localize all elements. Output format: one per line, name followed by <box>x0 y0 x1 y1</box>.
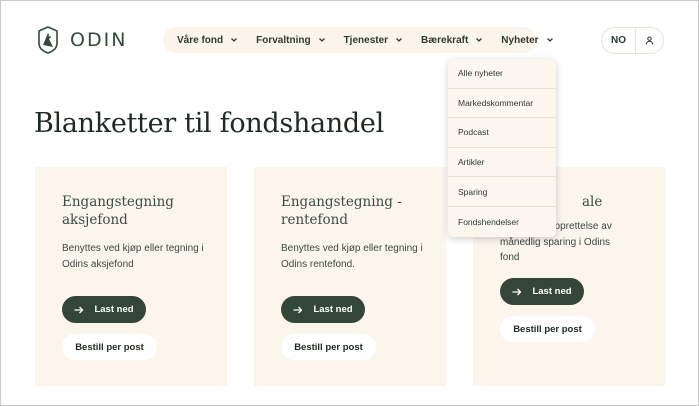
user-icon <box>645 36 654 45</box>
card-title: Engangstegning - rentefond <box>281 194 402 228</box>
main-nav: Våre fond Forvaltning Tjenester Bærekraf… <box>163 27 553 53</box>
menu-item-alle-nyheter[interactable]: Alle nyheter <box>448 59 556 89</box>
nav-item-label: Våre fond <box>177 34 224 46</box>
odin-raven-logo-icon <box>38 26 58 54</box>
menu-item-sparing[interactable]: Sparing <box>448 177 556 207</box>
download-button[interactable]: Last ned <box>281 296 365 323</box>
card-title: Engangstegning aksjefond <box>62 194 174 228</box>
arrow-right-icon <box>293 306 303 313</box>
form-card-rentefond: Engangstegning - rentefond Benyttes ved … <box>254 167 446 386</box>
chevron-down-icon <box>318 38 325 42</box>
menu-item-fondshendelser[interactable]: Fondshendelser <box>448 207 556 237</box>
nav-item-label: Tjenester <box>343 34 389 46</box>
page-title: Blanketter til fondshandel <box>34 108 384 139</box>
login-button[interactable] <box>636 28 663 53</box>
chevron-down-icon <box>476 38 483 42</box>
nav-item-label: Bærekraft <box>421 34 469 46</box>
chevron-down-icon <box>546 38 553 42</box>
chevron-down-icon <box>396 38 403 42</box>
odin-logo[interactable]: ODIN <box>34 26 127 54</box>
nav-item-nyheter[interactable]: Nyheter <box>501 35 553 46</box>
download-button-label: Last ned <box>532 286 572 297</box>
menu-item-markedskommentar[interactable]: Markedskommentar <box>448 89 556 119</box>
nav-item-tjenester[interactable]: Tjenester <box>344 35 403 46</box>
form-card-aksjefond: Engangstegning aksjefond Benyttes ved kj… <box>35 167 227 386</box>
menu-item-podcast[interactable]: Podcast <box>448 118 556 148</box>
menu-item-artikler[interactable]: Artikler <box>448 148 556 178</box>
nav-item-forvaltning[interactable]: Forvaltning <box>256 35 325 46</box>
chevron-down-icon <box>231 38 238 42</box>
nav-item-baerekraft[interactable]: Bærekraft <box>421 35 483 46</box>
card-description: Benyttes ved kjøp eller tegning i Odins … <box>281 243 423 270</box>
nyheter-dropdown-menu: Alle nyheter Markedskommentar Podcast Ar… <box>448 59 556 237</box>
header-actions: NO <box>601 27 664 54</box>
download-button-label: Last ned <box>94 304 134 315</box>
language-switch[interactable]: NO <box>602 28 636 53</box>
card-description: Benyttes ved kjøp eller tegning i Odins … <box>62 243 204 270</box>
nav-item-label: Nyheter <box>501 34 539 46</box>
arrow-right-icon <box>74 306 84 313</box>
nav-item-vare-fond[interactable]: Våre fond <box>177 35 238 46</box>
download-button[interactable]: Last ned <box>500 278 584 305</box>
download-button-label: Last ned <box>313 304 353 315</box>
order-by-post-button[interactable]: Bestill per post <box>281 334 376 360</box>
nav-item-label: Forvaltning <box>256 34 311 46</box>
order-by-post-button[interactable]: Bestill per post <box>500 316 595 342</box>
brand-name: ODIN <box>70 29 128 51</box>
order-by-post-button[interactable]: Bestill per post <box>62 334 157 360</box>
arrow-right-icon <box>512 288 522 295</box>
download-button[interactable]: Last ned <box>62 296 146 323</box>
